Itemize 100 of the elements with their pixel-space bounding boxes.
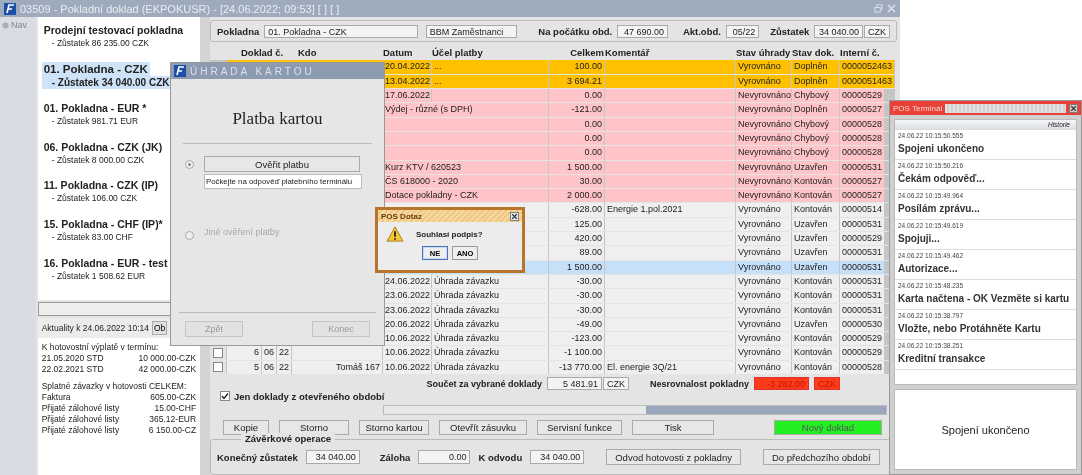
register-balance: - Zůstatek 83.00 CHF xyxy=(50,231,134,244)
table-cell: Kontován xyxy=(792,346,839,360)
balance-field[interactable]: 34 040.00 xyxy=(814,24,863,38)
news-value: 605.00-CZK xyxy=(149,392,197,403)
field-label: Na počátku obd. xyxy=(538,25,613,37)
table-cell: 00000514 xyxy=(840,203,885,217)
table-cell: 00000531 xyxy=(840,217,885,232)
column-header[interactable]: Celkem xyxy=(549,47,604,59)
table-cell: 0000052463 xyxy=(840,60,895,74)
table-cell: Kontován xyxy=(792,189,839,203)
register-balance: - Zůstatek 981.71 EUR xyxy=(50,114,140,127)
table-cell: 10.06.2022 xyxy=(383,332,431,346)
news-value: 15.00-CHF xyxy=(153,403,197,414)
table-cell: -123.00 xyxy=(549,332,604,346)
action-button[interactable]: Kopie xyxy=(223,420,269,435)
table-cell: 00000531 xyxy=(840,274,885,289)
table-cell: Tomáš 167 xyxy=(292,360,382,374)
table-cell: Úhrada závazku xyxy=(432,303,548,317)
table-cell: Vyrovnáno xyxy=(736,274,791,289)
register-name: 01. Pokladna - EUR * xyxy=(42,100,148,115)
group-field[interactable]: BBM Zaměstnanci xyxy=(425,24,518,38)
table-cell: El. energie 3Q/21 xyxy=(605,360,735,374)
table-cell: 00000528 xyxy=(840,117,885,131)
column-header[interactable]: Účel platby xyxy=(432,47,548,59)
register-item[interactable]: Prodejní testovací pokladna - Zůstatek 86 235.00 CZK xyxy=(41,23,197,63)
table-cell: Nevyrovnáno xyxy=(736,89,791,103)
event-message: Spojuji... xyxy=(898,233,941,244)
news-button[interactable]: Ob xyxy=(151,321,168,336)
table-cell: Nevyrovnáno xyxy=(736,146,791,160)
column-header[interactable]: Datum xyxy=(383,47,431,59)
column-header[interactable]: Stav dok. xyxy=(792,47,839,59)
currency-field: CZK xyxy=(603,377,629,390)
news-label: Faktura xyxy=(41,392,72,403)
dialog-message: Souhlasí podpis? xyxy=(416,229,483,239)
table-cell: Nevyrovnáno xyxy=(736,189,791,203)
table-cell: Kontován xyxy=(792,289,839,303)
news-label: 22.02.2021 STD xyxy=(41,364,105,375)
news-value: 6 150.00-CZ xyxy=(147,425,197,436)
table-cell: 00000531 xyxy=(840,289,885,303)
register-balance: - Zůstatek 86 235.00 CZK xyxy=(50,37,150,50)
action-button[interactable]: Nový doklad xyxy=(774,420,882,435)
action-button[interactable]: Storno kartou xyxy=(359,420,429,435)
verify-button[interactable]: Ověřit platbu xyxy=(204,156,360,172)
table-cell: 2 000.00 xyxy=(549,189,604,203)
table-cell: 24.06.2022 xyxy=(383,274,431,289)
register-name: 06. Pokladna - CZK (JK) xyxy=(42,139,164,154)
table-cell: Vyrovnáno xyxy=(736,217,791,232)
news-value: 10 000.00-CZK xyxy=(137,353,197,364)
discrepancy-label: Nesrovnalost pokladny xyxy=(650,378,750,389)
action-button[interactable]: Otevřít zásuvku xyxy=(439,420,527,435)
column-header[interactable]: Komentář xyxy=(605,47,735,59)
table-cell: 420.00 xyxy=(549,232,604,246)
column-header[interactable]: Kdo xyxy=(292,47,382,59)
table-cell: -13 770.00 xyxy=(549,360,604,374)
table-cell: Chybový xyxy=(792,146,839,160)
action-button[interactable]: Do předchozího období xyxy=(762,449,880,465)
table-cell: 06 xyxy=(262,346,276,360)
table-cell: 00000527 xyxy=(840,174,885,189)
table-cell: -121.00 xyxy=(549,103,604,117)
table-cell: Vyrovnáno xyxy=(736,203,791,217)
event-message: Karta načtena - OK Vezměte si kartu xyxy=(898,293,1071,304)
table-cell: Vyrovnáno xyxy=(736,246,791,260)
table-cell: Kontován xyxy=(792,360,839,374)
table-cell: Kontován xyxy=(792,203,839,217)
table-cell: Uzavřen xyxy=(792,217,839,232)
action-button[interactable]: Tisk xyxy=(632,420,714,435)
action-button[interactable]: Odvod hotovosti z pokladny xyxy=(606,449,741,465)
field-label: K odvodu xyxy=(478,451,523,463)
dialog-title: POS Dotaz xyxy=(381,211,423,221)
table-cell: ... xyxy=(432,60,548,74)
action-button[interactable]: Servisní funkce xyxy=(537,420,622,435)
column-header[interactable]: Interní č. xyxy=(840,47,895,59)
table-cell: Uzavřen xyxy=(792,160,839,174)
table-cell: 00000529 xyxy=(840,232,885,246)
register-field[interactable]: 01. Pokladna - CZK xyxy=(264,24,418,38)
table-cell: 06 xyxy=(262,360,276,374)
table-cell: Energie 1.pol.2021 xyxy=(605,203,735,217)
table-cell: Vyrovnáno xyxy=(736,360,791,374)
table-cell: -1 100.00 xyxy=(549,346,604,360)
field-label: Záloha xyxy=(379,451,411,463)
deposit-field[interactable]: 0.00 xyxy=(418,450,471,464)
table-cell: 1 500.00 xyxy=(549,260,604,274)
period-field[interactable]: 05/22 xyxy=(725,24,760,38)
column-header[interactable]: Doklad č. xyxy=(227,47,291,59)
field-label: Akt.obd. xyxy=(682,25,721,37)
status-text: Spojení ukončeno xyxy=(941,423,1030,436)
opening-field[interactable]: 47 690.00 xyxy=(617,24,668,38)
table-cell: Úhrada závazku xyxy=(432,332,548,346)
table-cell: Vyrovnáno xyxy=(736,317,791,332)
table-cell: Uzavřen xyxy=(792,246,839,260)
table-cell: 13.04.2022 xyxy=(383,74,431,89)
news-label: 21.05.2020 STD xyxy=(41,353,105,364)
column-header[interactable]: Stav úhrady xyxy=(736,47,791,59)
table-cell: 22 xyxy=(277,360,291,374)
table-cell: ... xyxy=(432,74,548,89)
table-cell: 00000530 xyxy=(840,317,885,332)
register-name: 15. Pokladna - CHF (IP)* xyxy=(42,217,164,232)
table-cell: 00000528 xyxy=(840,360,885,374)
table-cell: 0.00 xyxy=(549,89,604,103)
table-cell: 0.00 xyxy=(549,131,604,146)
